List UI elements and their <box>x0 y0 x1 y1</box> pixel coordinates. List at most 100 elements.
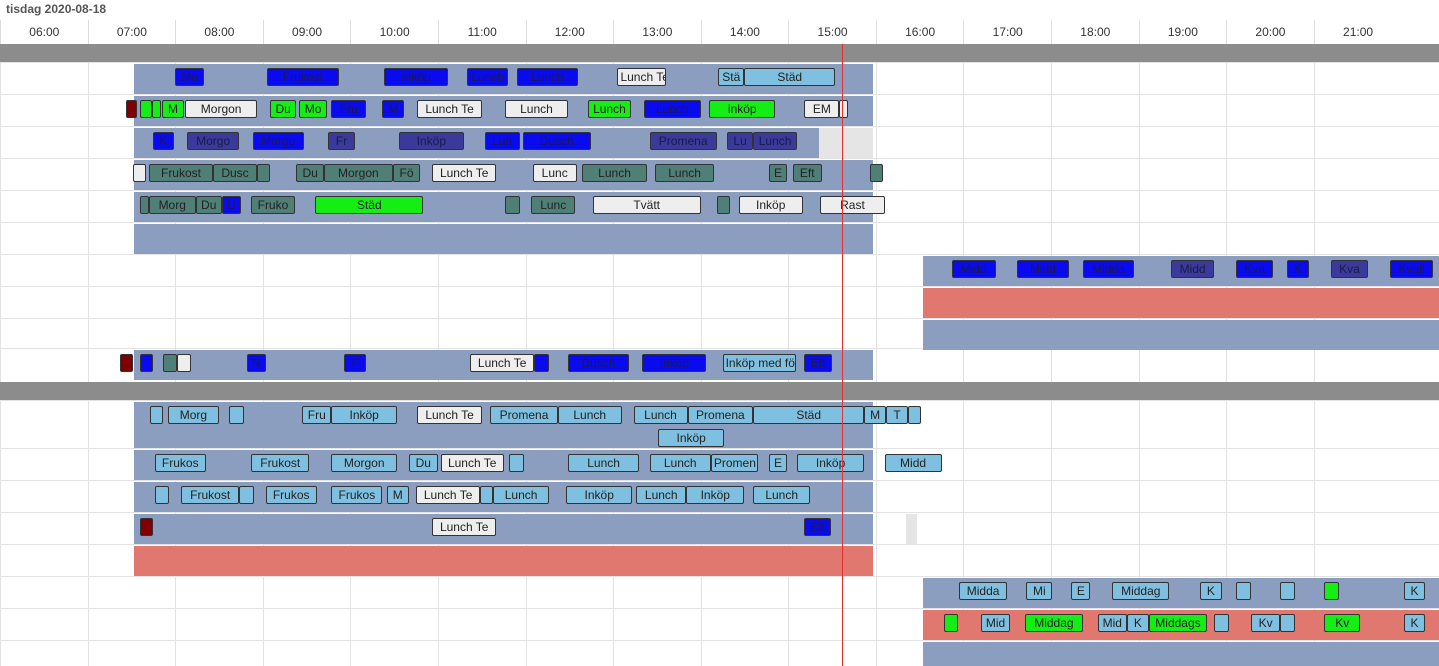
schedule-event[interactable]: Lunch <box>633 406 688 424</box>
shift-band[interactable] <box>922 320 1439 350</box>
schedule-event[interactable]: Frukost <box>251 454 310 472</box>
schedule-event[interactable]: Lunch <box>567 454 640 472</box>
schedule-event[interactable]: Fr <box>328 132 355 150</box>
schedule-event[interactable]: E <box>769 164 787 182</box>
schedule-event[interactable]: Eft <box>792 164 822 182</box>
schedule-event[interactable]: Fru <box>302 406 332 424</box>
schedule-event[interactable] <box>1280 582 1295 600</box>
schedule-event[interactable]: Fru <box>331 100 367 118</box>
schedule-event[interactable]: K <box>1404 614 1425 632</box>
schedule-event[interactable] <box>839 100 849 118</box>
shift-band[interactable] <box>134 224 873 254</box>
schedule-event[interactable]: Inköp <box>686 486 745 504</box>
schedule-event[interactable]: K <box>1199 582 1222 600</box>
schedule-event[interactable]: Promena <box>649 132 717 150</box>
shift-band[interactable] <box>922 288 1439 318</box>
shift-band[interactable] <box>134 514 873 544</box>
schedule-event[interactable]: Du <box>296 164 325 182</box>
schedule-event[interactable]: Midd <box>1170 260 1215 278</box>
schedule-event[interactable]: Middag <box>1112 582 1170 600</box>
schedule-event[interactable]: Midd <box>1017 260 1069 278</box>
schedule-event[interactable]: Lunch <box>636 486 687 504</box>
schedule-event[interactable]: Inköp <box>566 486 633 504</box>
schedule-event[interactable]: Lunch <box>588 100 631 118</box>
schedule-event[interactable]: M <box>386 486 409 504</box>
schedule-event[interactable]: Lunch Te <box>417 100 482 118</box>
schedule-event[interactable] <box>869 164 884 182</box>
schedule-event[interactable]: Lunch <box>467 68 508 86</box>
schedule-event[interactable]: Lunch <box>505 100 568 118</box>
schedule-event[interactable]: Middags <box>1148 614 1208 632</box>
schedule-event[interactable]: Morgon <box>185 100 257 118</box>
schedule-event[interactable]: Lunc <box>531 196 576 214</box>
schedule-event[interactable]: Kv <box>1250 614 1281 632</box>
schedule-event[interactable]: Frukos <box>154 454 206 472</box>
schedule-event[interactable]: Promen <box>710 454 758 472</box>
schedule-event[interactable] <box>1236 582 1251 600</box>
schedule-event[interactable]: Stä <box>718 68 745 86</box>
schedule-event[interactable] <box>1214 614 1230 632</box>
schedule-event[interactable]: K <box>153 132 174 150</box>
schedule-event[interactable]: Lunch Te <box>432 518 497 536</box>
schedule-event[interactable]: Lunch Te <box>416 486 481 504</box>
schedule-event[interactable]: Du <box>408 454 438 472</box>
schedule-event[interactable] <box>944 614 958 632</box>
schedule-event[interactable]: Städ <box>315 196 424 214</box>
shift-band[interactable] <box>922 642 1439 666</box>
schedule-event[interactable]: Dusch <box>567 354 630 372</box>
schedule-event[interactable]: inköp <box>709 100 776 118</box>
schedule-event[interactable]: Lunch <box>643 100 701 118</box>
schedule-event[interactable]: Eft <box>804 354 833 372</box>
schedule-event[interactable]: K <box>1404 582 1425 600</box>
schedule-event[interactable]: Lunch <box>493 486 549 504</box>
schedule-event[interactable]: Dusc <box>213 164 257 182</box>
schedule-event[interactable]: Promena <box>490 406 558 424</box>
schedule-event[interactable]: Inköp <box>398 132 465 150</box>
schedule-event[interactable] <box>480 486 494 504</box>
schedule-event[interactable]: Frukos <box>265 486 317 504</box>
schedule-event[interactable] <box>505 196 520 214</box>
schedule-event[interactable]: Mid <box>980 614 1011 632</box>
schedule-event[interactable] <box>1323 582 1339 600</box>
schedule-event[interactable]: Inköp <box>797 454 865 472</box>
schedule-event[interactable]: Kv <box>1323 614 1361 632</box>
schedule-event[interactable]: Middag <box>1024 614 1084 632</box>
schedule-event[interactable]: Kva <box>1331 260 1368 278</box>
schedule-event[interactable]: Midd <box>951 260 996 278</box>
schedule-event[interactable]: Morgon <box>324 164 393 182</box>
schedule-event[interactable] <box>119 354 133 372</box>
schedule-event[interactable]: M <box>162 100 184 118</box>
schedule-event[interactable]: Lunch Te <box>432 164 497 182</box>
schedule-event[interactable]: Frukos <box>331 486 383 504</box>
schedule-event[interactable]: Tvätt <box>592 196 701 214</box>
schedule-event[interactable]: Lunch <box>516 68 579 86</box>
schedule-event[interactable] <box>229 406 244 424</box>
schedule-event[interactable]: Lunch Te <box>617 68 666 86</box>
shift-band[interactable] <box>134 546 873 576</box>
schedule-event[interactable]: Eft <box>804 518 831 536</box>
schedule-event[interactable]: Du <box>195 196 222 214</box>
schedule-event[interactable]: M <box>382 100 405 118</box>
schedule-event[interactable]: Frukost <box>181 486 240 504</box>
schedule-event[interactable] <box>140 354 154 372</box>
schedule-event[interactable]: Kvall <box>1389 260 1434 278</box>
schedule-event[interactable]: Morgo <box>186 132 240 150</box>
schedule-event[interactable]: Lunch <box>753 132 797 150</box>
schedule-event[interactable] <box>534 354 549 372</box>
schedule-event[interactable]: Lunc <box>532 164 577 182</box>
schedule-event[interactable]: Frukost <box>148 164 214 182</box>
schedule-event[interactable]: Lu <box>726 132 754 150</box>
schedule-event[interactable]: Mid <box>1097 614 1127 632</box>
schedule-event[interactable]: Du <box>270 100 297 118</box>
schedule-event[interactable]: Mo <box>299 100 327 118</box>
schedule-event[interactable] <box>509 454 525 472</box>
schedule-event[interactable]: Lunch Te <box>417 406 482 424</box>
schedule-event[interactable]: Inköp <box>331 406 398 424</box>
schedule-event[interactable]: Inköp <box>383 68 449 86</box>
schedule-event[interactable]: Lunch <box>753 486 811 504</box>
schedule-event[interactable]: Lunch <box>582 164 647 182</box>
schedule-event[interactable] <box>150 406 164 424</box>
schedule-event[interactable]: Lunch Te <box>440 454 504 472</box>
schedule-event[interactable]: F <box>344 354 367 372</box>
schedule-event[interactable]: Fruko <box>251 196 295 214</box>
